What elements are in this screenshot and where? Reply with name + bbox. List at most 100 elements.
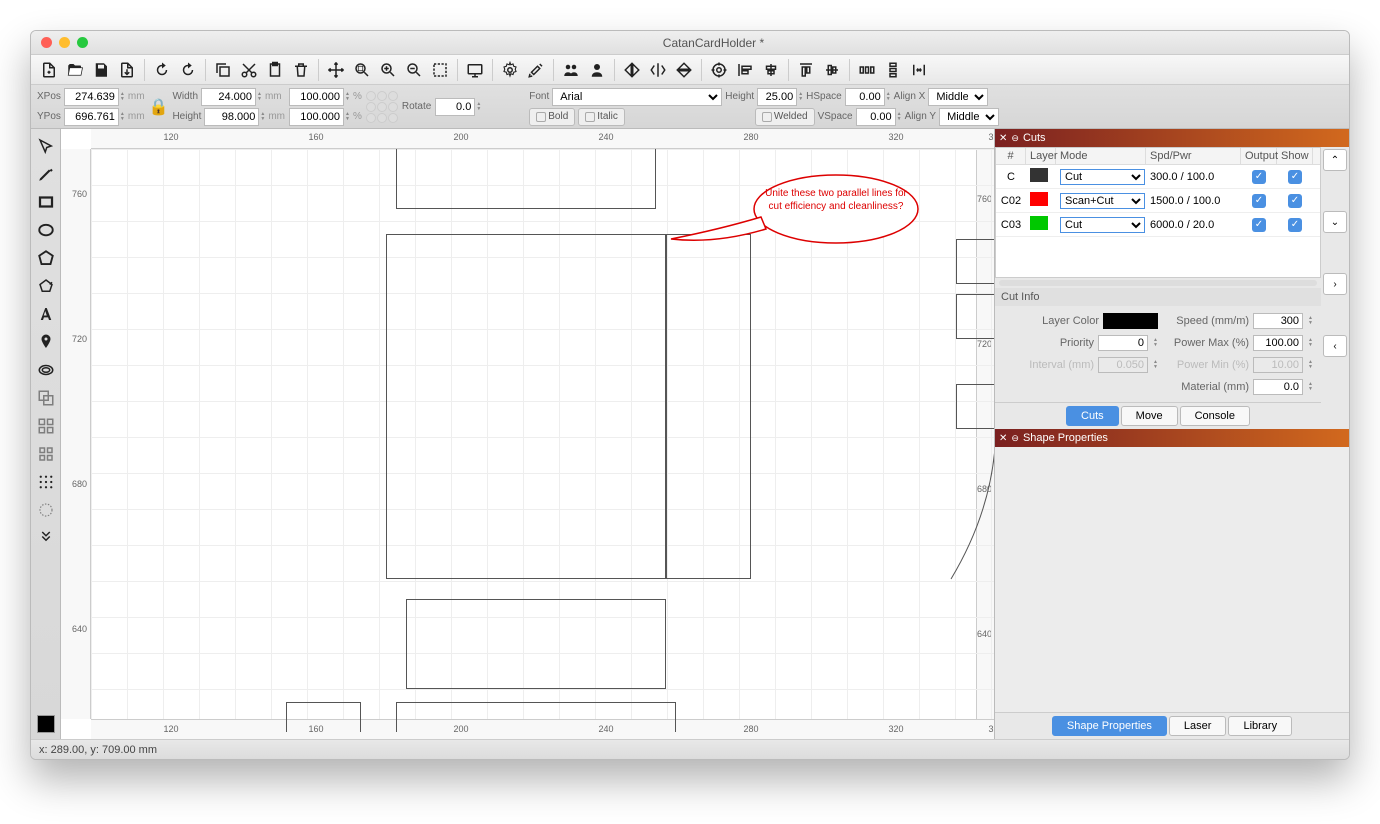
output-checkbox[interactable]: ✓ [1252,218,1266,232]
priority-input[interactable] [1098,335,1148,351]
distribute-h-icon[interactable] [855,58,879,82]
cuts-hscroll[interactable] [999,280,1317,286]
xpos-input[interactable] [64,88,119,106]
shapeprops-close-icon[interactable]: ✕ [999,433,1007,444]
show-checkbox[interactable]: ✓ [1288,194,1302,208]
tab-cuts[interactable]: Cuts [1066,406,1119,426]
zoom-frame-icon[interactable] [350,58,374,82]
redo-icon[interactable] [176,58,200,82]
height-input[interactable] [204,108,259,126]
marker-tool-icon[interactable] [33,329,59,355]
tab-shape-properties[interactable]: Shape Properties [1052,716,1167,736]
zoom-out-icon[interactable] [402,58,426,82]
output-checkbox[interactable]: ✓ [1252,170,1266,184]
preview-icon[interactable] [463,58,487,82]
open-file-icon[interactable] [63,58,87,82]
mode-select[interactable]: CutScan+CutScan [1060,169,1145,185]
align-hcenter-icon[interactable] [759,58,783,82]
rectangle-tool-icon[interactable] [33,189,59,215]
scale-y-input[interactable] [289,108,344,126]
distribute-v-icon[interactable] [881,58,905,82]
ellipse-tool-icon[interactable] [33,217,59,243]
width-input[interactable] [201,88,256,106]
layer-down-button[interactable]: ⌄ [1323,211,1347,233]
radial-array-icon[interactable] [33,497,59,523]
nine-point-selector[interactable] [366,91,398,123]
pencil-tool-icon[interactable] [33,161,59,187]
zoom-window-button[interactable] [77,37,88,48]
layer-right-button[interactable]: › [1323,273,1347,295]
show-checkbox[interactable]: ✓ [1288,170,1302,184]
close-window-button[interactable] [41,37,52,48]
layer-left-button[interactable]: ‹ [1323,335,1347,357]
tools-icon[interactable] [524,58,548,82]
current-color-swatch[interactable] [37,715,55,733]
cuts-row[interactable]: C03 CutScan+CutScan 6000.0 / 20.0 ✓ ✓ [996,213,1320,237]
mode-select[interactable]: CutScan+CutScan [1060,193,1145,209]
layer-up-button[interactable]: ⌃ [1323,149,1347,171]
speed-input[interactable] [1253,313,1303,329]
delete-icon[interactable] [289,58,313,82]
show-checkbox[interactable]: ✓ [1288,218,1302,232]
more-tools-icon[interactable] [33,525,59,551]
vflip-icon[interactable] [672,58,696,82]
spacing-icon[interactable] [907,58,931,82]
tab-console[interactable]: Console [1180,406,1250,426]
minimize-window-button[interactable] [59,37,70,48]
undo-icon[interactable] [150,58,174,82]
layer-swatch[interactable] [1030,168,1048,182]
scale-x-input[interactable] [289,88,344,106]
output-checkbox[interactable]: ✓ [1252,194,1266,208]
welded-toggle[interactable]: Welded [755,108,815,126]
shape-small-rect[interactable] [286,702,361,732]
cut-icon[interactable] [237,58,261,82]
pan-icon[interactable] [324,58,348,82]
shapeprops-pin-icon[interactable]: ⊖ [1011,433,1019,444]
cuts-row[interactable]: C02 CutScan+CutScan 1500.0 / 100.0 ✓ ✓ [996,189,1320,213]
export-icon[interactable] [115,58,139,82]
grid-dots-icon[interactable] [33,469,59,495]
tab-laser[interactable]: Laser [1169,716,1227,736]
canvas[interactable]: 120 160 200 240 280 320 360 120 160 200 … [61,129,994,739]
mirror-icon[interactable] [646,58,670,82]
shape-curve[interactable] [941,424,994,584]
layer-color-box[interactable] [1103,313,1158,329]
align-top-icon[interactable] [794,58,818,82]
array-tool-icon[interactable] [33,441,59,467]
cuts-pin-icon[interactable]: ⊖ [1011,133,1019,144]
cuts-close-icon[interactable]: ✕ [999,133,1007,144]
shape-top-rect[interactable] [396,149,656,209]
shape-edge-3[interactable] [956,384,994,429]
edit-nodes-icon[interactable] [33,273,59,299]
material-input[interactable] [1253,379,1303,395]
vspace-input[interactable] [856,108,896,126]
cuts-row[interactable]: C CutScan+CutScan 300.0 / 100.0 ✓ ✓ [996,165,1320,189]
shape-bottom-wide[interactable] [396,702,676,732]
layer-swatch[interactable] [1030,192,1048,206]
select-tool-icon[interactable] [33,133,59,159]
user-icon[interactable] [585,58,609,82]
tab-move[interactable]: Move [1121,406,1178,426]
italic-toggle[interactable]: Italic [578,108,625,126]
powermax-input[interactable] [1253,335,1303,351]
copy-icon[interactable] [211,58,235,82]
shape-edge-2[interactable] [956,294,994,339]
settings-icon[interactable] [498,58,522,82]
hspace-input[interactable] [845,88,885,106]
shape-edge-1[interactable] [956,239,994,284]
shape-main-rect[interactable] [386,234,666,579]
paste-icon[interactable] [263,58,287,82]
polygon-tool-icon[interactable] [33,245,59,271]
boolean-tool-icon[interactable] [33,385,59,411]
lock-icon[interactable]: 🔒 [149,97,169,117]
rotate-input[interactable] [435,98,475,116]
align-center-icon[interactable] [707,58,731,82]
bold-toggle[interactable]: Bold [529,108,575,126]
tab-library[interactable]: Library [1228,716,1292,736]
mode-select[interactable]: CutScan+CutScan [1060,217,1145,233]
text-tool-icon[interactable] [33,301,59,327]
aligny-select[interactable]: Middle [939,108,999,126]
font-select[interactable]: Arial [552,88,722,106]
new-file-icon[interactable] [37,58,61,82]
save-icon[interactable] [89,58,113,82]
